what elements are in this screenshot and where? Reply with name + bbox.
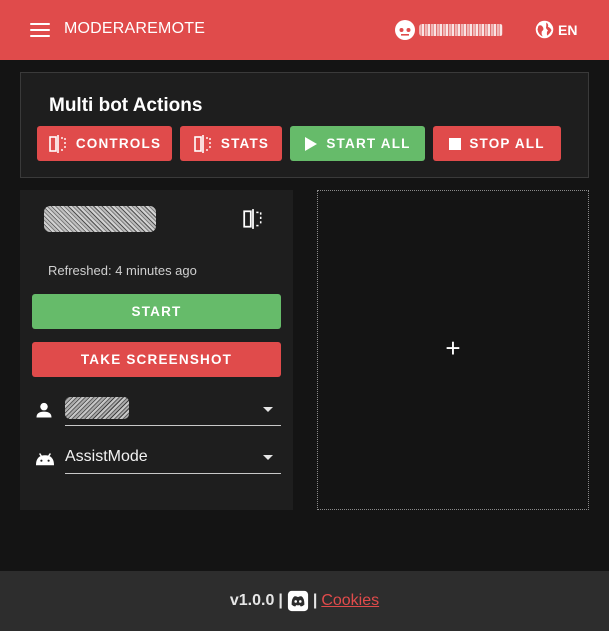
- add-bot-card[interactable]: +: [317, 190, 589, 510]
- stats-button-label: STATS: [220, 136, 270, 151]
- chevron-down-icon: [263, 407, 273, 412]
- split-view-icon[interactable]: [242, 208, 264, 230]
- split-view-icon: [49, 134, 66, 153]
- start-button-label: START: [131, 304, 182, 319]
- take-screenshot-button-label: TAKE SCREENSHOT: [80, 352, 233, 367]
- chevron-down-icon: [263, 455, 273, 460]
- take-screenshot-button[interactable]: TAKE SCREENSHOT: [32, 342, 281, 377]
- stop-all-button-label: STOP ALL: [469, 136, 545, 151]
- user-select-value-redacted: [65, 397, 129, 419]
- username-redacted: [419, 24, 503, 36]
- split-view-icon: [194, 134, 211, 153]
- user-select[interactable]: [65, 394, 281, 426]
- multi-bot-title: Multi bot Actions: [49, 95, 203, 116]
- mode-select-value: AssistMode: [65, 448, 148, 465]
- controls-button-label: CONTROLS: [75, 136, 162, 151]
- refreshed-status: Refreshed: 4 minutes ago: [48, 263, 197, 278]
- app-bar: MODERAREMOTE EN: [0, 0, 609, 60]
- hamburger-menu-icon[interactable]: [30, 23, 50, 38]
- start-all-button-label: START ALL: [326, 136, 411, 151]
- person-icon: [36, 402, 52, 418]
- language-code: EN: [558, 21, 578, 38]
- bot-name-redacted: [44, 206, 156, 232]
- app-title: MODERAREMOTE: [64, 20, 206, 37]
- discord-icon[interactable]: [287, 590, 309, 612]
- stats-button[interactable]: STATS: [180, 126, 282, 161]
- globe-icon: [535, 20, 554, 39]
- controls-button[interactable]: CONTROLS: [37, 126, 172, 161]
- footer-separator: |: [278, 592, 283, 609]
- footer-separator: |: [312, 592, 318, 609]
- robot-face-icon: [395, 20, 415, 40]
- start-button[interactable]: START: [32, 294, 281, 329]
- language-selector[interactable]: EN: [534, 19, 577, 40]
- user-account-chip[interactable]: [394, 18, 503, 42]
- cookies-link[interactable]: Cookies: [321, 592, 379, 610]
- stop-all-button[interactable]: STOP ALL: [433, 126, 561, 161]
- android-icon: [36, 453, 54, 466]
- play-icon: [305, 136, 318, 151]
- version-label: v1.0.0: [229, 592, 275, 609]
- footer: v1.0.0 | | Cookies: [0, 571, 609, 631]
- bot-card: Refreshed: 4 minutes ago START TAKE SCRE…: [20, 190, 293, 510]
- start-all-button[interactable]: START ALL: [290, 126, 425, 161]
- stop-icon: [449, 137, 462, 150]
- plus-icon: +: [445, 333, 461, 363]
- multi-bot-actions-card: Multi bot Actions CONTROLS STATS START A…: [20, 72, 589, 178]
- mode-select[interactable]: AssistMode: [65, 442, 281, 474]
